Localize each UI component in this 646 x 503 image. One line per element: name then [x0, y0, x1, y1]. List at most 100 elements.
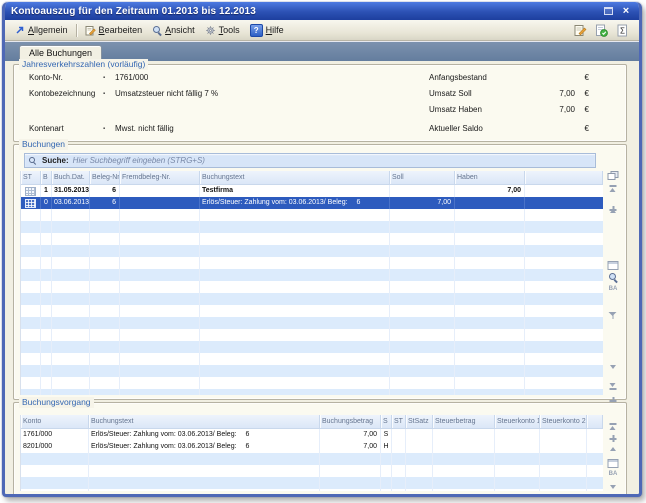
details-button[interactable]: [608, 459, 619, 468]
bookings-column-header[interactable]: B: [41, 171, 52, 184]
scroll-down-button[interactable]: [610, 485, 616, 489]
field-row: Umsatz Soll 7,00 €: [429, 88, 589, 99]
transaction-column-header[interactable]: Konto: [21, 415, 89, 428]
details-button[interactable]: [608, 261, 619, 270]
goto-current-row-button[interactable]: [610, 435, 617, 442]
menu-ansicht[interactable]: Ansicht: [147, 23, 200, 37]
field-value: 1761/000: [115, 73, 148, 82]
st-cell: [392, 429, 406, 441]
bookings-group: Buchungen Suche: Hier Suchbegriff eingeb…: [13, 144, 627, 400]
scroll-to-bottom-button[interactable]: [610, 383, 617, 390]
row-search-button[interactable]: [608, 272, 618, 282]
b-cell: 1: [41, 185, 52, 197]
soll-cell: 7,00: [390, 197, 455, 209]
window: Kontoauszug für den Zeitraum 01.2013 bis…: [2, 2, 642, 497]
buchungstext-cell: Testfirma: [200, 185, 390, 197]
edit-document-button[interactable]: [574, 24, 587, 37]
bookings-column-header[interactable]: Beleg-Nr.: [90, 171, 120, 184]
search-placeholder: Hier Suchbegriff eingeben (STRG+S): [73, 156, 205, 165]
scroll-to-top-button[interactable]: [610, 423, 617, 430]
bullet-icon: [103, 126, 115, 132]
transaction-column-header[interactable]: Steuerkonto 1: [495, 415, 540, 428]
menu-bearbeiten[interactable]: Bearbeiten: [80, 23, 148, 38]
menu-label: Ansicht: [165, 25, 195, 35]
svg-text:Σ: Σ: [620, 26, 625, 35]
bullet-icon: [103, 91, 115, 97]
scroll-to-top-button[interactable]: [610, 185, 617, 192]
transaction-column-header[interactable]: S: [381, 415, 392, 428]
beleg-number: 6: [357, 199, 361, 206]
search-input[interactable]: Suche: Hier Suchbegriff eingeben (STRG+S…: [24, 153, 596, 168]
field-value: Umsatzsteuer nicht fällig 7 %: [115, 89, 218, 98]
scroll-up-button[interactable]: [610, 447, 616, 451]
transaction-group: Buchungsvorgang KontoBuchungstextBuchung…: [13, 402, 627, 496]
bookings-column-header[interactable]: ST: [21, 171, 41, 184]
booking-row[interactable]: 003.06.20136Erlös/Steuer: Zahlung vom: 0…: [21, 197, 603, 209]
menu-tools[interactable]: Tools: [200, 23, 245, 38]
bookings-column-header[interactable]: Haben: [455, 171, 525, 184]
empty-row: [21, 341, 603, 353]
scroll-up-button[interactable]: [610, 209, 616, 213]
edit-icon: [85, 25, 96, 36]
ba-button[interactable]: BA: [609, 286, 618, 293]
title-bar[interactable]: Kontoauszug für den Zeitraum 01.2013 bis…: [5, 2, 639, 20]
steuerbetrag-cell: [433, 441, 495, 453]
filter-button[interactable]: [609, 312, 618, 320]
steuerkonto2-cell: [540, 441, 587, 453]
window-title: Kontoauszug für den Zeitraum 01.2013 bis…: [11, 6, 601, 17]
bookings-column-header[interactable]: Fremdbeleg-Nr.: [120, 171, 200, 184]
bookings-column-header[interactable]: Buchungstext: [200, 171, 390, 184]
booking-row[interactable]: 131.05.20136Testfirma7,00: [21, 185, 603, 197]
steuerbetrag-cell: [433, 429, 495, 441]
field-row: Umsatz Haben 7,00 €: [429, 104, 589, 115]
beleg-cell: 6: [90, 185, 120, 197]
window-controls: [601, 5, 633, 17]
s-cell: H: [381, 441, 392, 453]
fremdbeleg-cell: [120, 185, 200, 197]
empty-row: [21, 233, 603, 245]
field-row: Kontobezeichnung Umsatzsteuer nicht fäll…: [29, 88, 218, 99]
transaction-column-header[interactable]: Buchungstext: [89, 415, 320, 428]
transaction-row[interactable]: 1761/000Erlös/Steuer: Zahlung vom: 03.06…: [21, 429, 603, 441]
sum-document-button[interactable]: Σ: [616, 24, 629, 37]
empty-row: [21, 293, 603, 305]
empty-row: [21, 465, 603, 477]
bookings-gutter: BA: [605, 171, 621, 395]
transaction-column-header-spacer: [587, 415, 603, 428]
transaction-column-header[interactable]: Buchungsbetrag: [320, 415, 381, 428]
field-label: Aktueller Saldo: [429, 124, 517, 133]
bookings-column-header[interactable]: Buch.Dat.: [52, 171, 90, 184]
menu-hilfe[interactable]: Hilfe: [245, 22, 289, 39]
restore-icon: [604, 7, 613, 15]
betrag-cell: 7,00: [320, 441, 381, 453]
empty-row: [21, 281, 603, 293]
transaction-group-title: Buchungsvorgang: [19, 397, 94, 408]
field-label: Umsatz Soll: [429, 89, 517, 98]
empty-row: [21, 489, 603, 491]
empty-row: [21, 329, 603, 341]
transaction-column-header[interactable]: Steuerbetrag: [433, 415, 495, 428]
soll-cell: [390, 185, 455, 197]
field-label: Umsatz Haben: [429, 105, 517, 114]
close-window-button[interactable]: [619, 5, 633, 17]
field-value: Mwst. nicht fällig: [115, 124, 174, 133]
filler-cell: [525, 185, 603, 197]
toolbar-right: Σ: [574, 24, 634, 37]
grid-icon: [25, 187, 36, 196]
empty-row: [21, 209, 603, 221]
arrow-ne-icon: [15, 25, 25, 35]
transaction-column-header[interactable]: ST: [392, 415, 406, 428]
scroll-down-button[interactable]: [610, 365, 616, 369]
field-row: Kontenart Mwst. nicht fällig: [29, 123, 174, 134]
transaction-row[interactable]: 8201/000Erlös/Steuer: Zahlung vom: 03.06…: [21, 441, 603, 453]
transaction-column-header[interactable]: Steuerkonto 2: [540, 415, 587, 428]
ba-button[interactable]: BA: [609, 471, 618, 478]
menu-allgemein[interactable]: Allgemein: [10, 23, 73, 37]
bookings-body: 131.05.20136Testfirma7,00003.06.20136Erl…: [21, 185, 603, 395]
gear-icon: [205, 25, 216, 36]
column-chooser-button[interactable]: [608, 171, 619, 180]
restore-window-button[interactable]: [601, 5, 615, 17]
check-document-button[interactable]: [595, 24, 608, 37]
bookings-column-header[interactable]: Soll: [390, 171, 455, 184]
transaction-column-header[interactable]: StSatz: [406, 415, 433, 428]
